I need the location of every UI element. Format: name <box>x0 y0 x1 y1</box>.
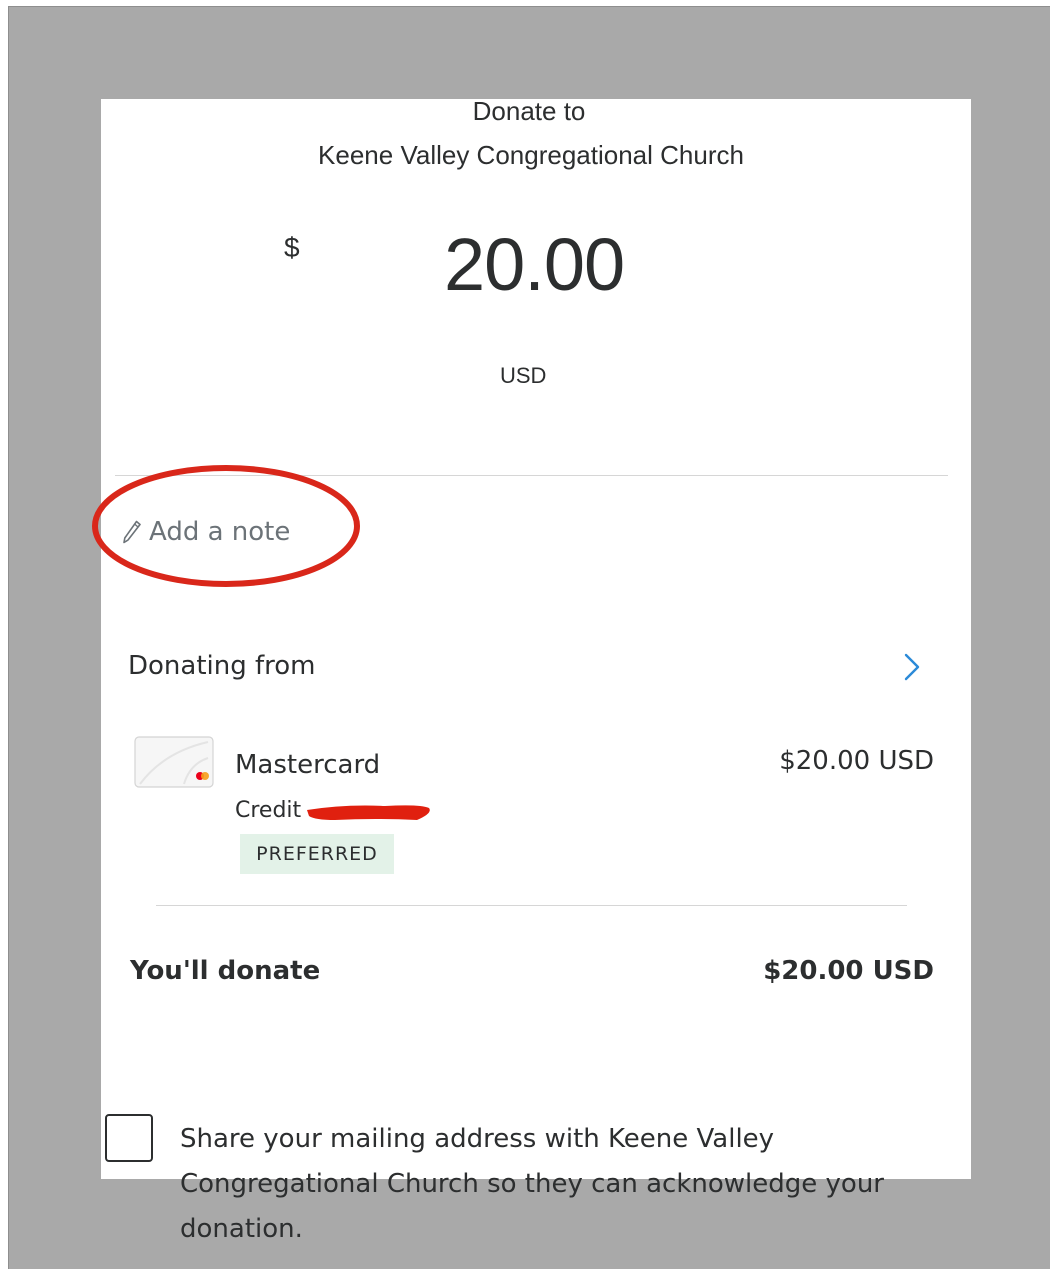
recipient-name: Keene Valley Congregational Church <box>318 140 744 170</box>
card-type: Credit <box>235 798 302 823</box>
share-address-label[interactable]: Share your mailing address with Keene Va… <box>180 1117 940 1252</box>
share-address-checkbox[interactable] <box>105 1114 153 1162</box>
divider <box>115 475 948 476</box>
preferred-badge: PREFERRED <box>240 834 394 874</box>
add-note-label: Add a note <box>149 517 291 547</box>
total-amount: $20.00 USD <box>763 956 934 986</box>
add-note-link[interactable]: Add a note <box>121 512 290 552</box>
pencil-icon <box>123 520 141 544</box>
donating-from-heading: Donating from <box>128 651 316 681</box>
donate-to-label: Donate to <box>472 96 586 126</box>
card-amount: $20.00 USD <box>779 746 934 776</box>
chevron-right-icon[interactable] <box>896 650 926 684</box>
currency-symbol: $ <box>284 232 300 263</box>
divider <box>156 905 907 906</box>
donation-amount[interactable]: 20.00 <box>444 222 625 307</box>
currency-code: USD <box>500 363 547 388</box>
